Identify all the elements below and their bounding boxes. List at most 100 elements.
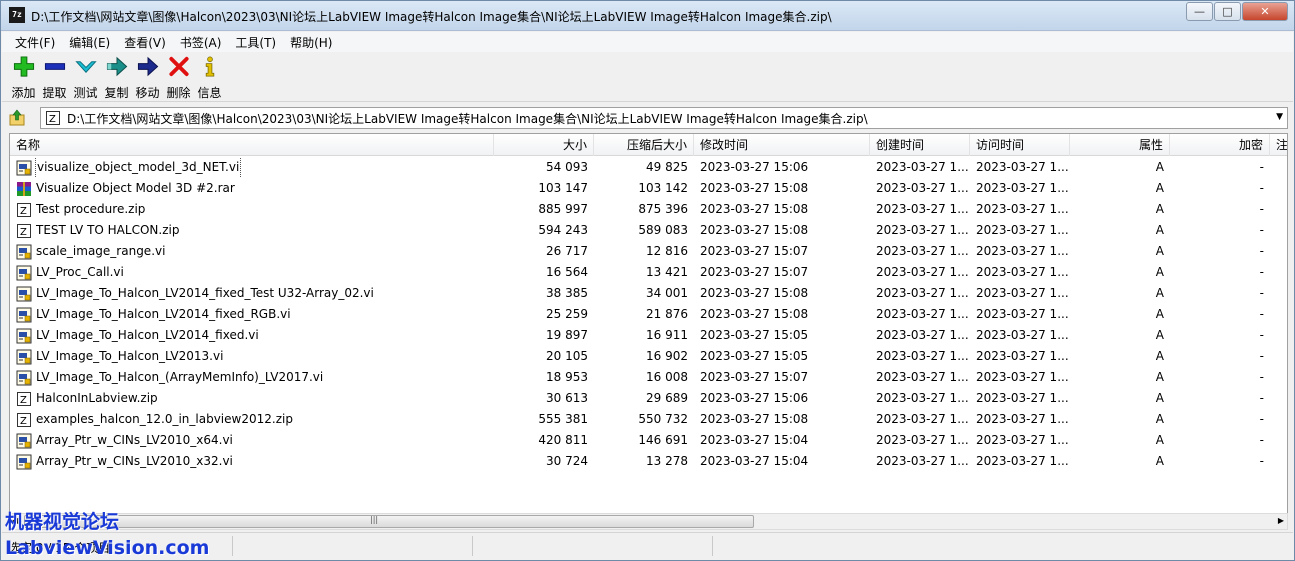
cell-attributes: A — [1155, 307, 1164, 321]
menu-edit[interactable]: 编辑(E) — [62, 34, 117, 51]
horizontal-scrollbar[interactable]: ◀ ||| ▶ — [9, 513, 1288, 530]
cell-size: 594 243 — [538, 223, 588, 237]
svg-text:Z: Z — [20, 416, 27, 427]
svg-text:Z: Z — [20, 395, 27, 406]
cell-attributes: A — [1155, 454, 1164, 468]
status-divider — [712, 536, 713, 556]
column-created[interactable]: 创建时间 — [870, 134, 970, 156]
cell-size: 20 105 — [546, 349, 588, 363]
column-size[interactable]: 大小 — [494, 134, 594, 156]
cell-modified: 2023-03-27 15:08 — [700, 307, 809, 321]
cell-name[interactable]: Visualize Object Model 3D #2.rar — [12, 178, 492, 199]
column-name[interactable]: 名称 — [10, 134, 494, 156]
file-name: LV_Image_To_Halcon_LV2014_fixed_RGB.vi — [36, 307, 291, 321]
menu-file[interactable]: 文件(F) — [8, 34, 62, 51]
add-button[interactable]: 添加 — [8, 55, 39, 101]
copy-button[interactable]: 复制 — [101, 55, 132, 101]
cell-name[interactable]: Array_Ptr_w_CINs_LV2010_x64.vi — [12, 430, 492, 451]
delete-button[interactable]: 删除 — [163, 55, 194, 101]
column-attributes[interactable]: 属性 — [1070, 134, 1170, 156]
cell-packed-size: 49 825 — [646, 160, 688, 174]
table-row[interactable]: LV_Image_To_Halcon_LV2014_fixed_RGB.vi 25… — [10, 304, 1287, 325]
cell-created: 2023-03-27 1... — [876, 370, 969, 384]
minimize-button[interactable]: — — [1186, 2, 1213, 21]
scrollbar-thumb[interactable] — [24, 515, 754, 528]
table-row[interactable]: Z TEST LV TO HALCON.zip 594 243 589 083 2023… — [10, 220, 1287, 241]
menu-help[interactable]: 帮助(H) — [283, 34, 339, 51]
file-list[interactable]: 名称 大小 压缩后大小 修改时间 创建时间 访问时间 属性 加密 注 visua… — [9, 133, 1288, 529]
test-button[interactable]: 测试 — [70, 55, 101, 101]
cell-created: 2023-03-27 1... — [876, 244, 969, 258]
cell-created: 2023-03-27 1... — [876, 160, 969, 174]
cell-name[interactable]: LV_Image_To_Halcon_LV2014_fixed.vi — [12, 325, 492, 346]
cell-modified: 2023-03-27 15:06 — [700, 160, 809, 174]
table-row[interactable]: visualize_object_model_3d_NET.vi 54 093 49… — [10, 157, 1287, 178]
cell-name[interactable]: LV_Image_To_Halcon_LV2013.vi — [12, 346, 492, 367]
cell-created: 2023-03-27 1... — [876, 328, 969, 342]
cell-packed-size: 146 691 — [638, 433, 688, 447]
column-comment[interactable]: 注 — [1270, 134, 1287, 156]
cell-accessed: 2023-03-27 1... — [976, 328, 1069, 342]
cell-attributes: A — [1155, 349, 1164, 363]
cell-encrypted: - — [1259, 328, 1264, 342]
table-row[interactable]: Array_Ptr_w_CINs_LV2010_x64.vi 420 811 146… — [10, 430, 1287, 451]
cell-accessed: 2023-03-27 1... — [976, 370, 1069, 384]
address-input[interactable]: Z D:\工作文档\网站文章\图像\Halcon\2023\03\NI论坛上La… — [40, 107, 1288, 129]
column-encrypted[interactable]: 加密 — [1170, 134, 1270, 156]
table-row[interactable]: scale_image_range.vi 26 717 12 816 2023-03-… — [10, 241, 1287, 262]
cell-accessed: 2023-03-27 1... — [976, 391, 1069, 405]
window-controls: — □ ✕ — [1185, 2, 1288, 21]
menu-view[interactable]: 查看(V) — [117, 34, 173, 51]
cell-name[interactable]: Array_Ptr_w_CINs_LV2010_x32.vi — [12, 451, 492, 472]
cell-name[interactable]: scale_image_range.vi — [12, 241, 492, 262]
table-row[interactable]: Array_Ptr_w_CINs_LV2010_x32.vi 30 724 13 2… — [10, 451, 1287, 472]
close-button[interactable]: ✕ — [1242, 2, 1288, 21]
table-row[interactable]: LV_Image_To_Halcon_LV2014_fixed_Test U32… — [10, 283, 1287, 304]
menu-tools[interactable]: 工具(T) — [228, 34, 283, 51]
table-row[interactable]: Z Test procedure.zip 885 997 875 396 2023-03… — [10, 199, 1287, 220]
cell-name[interactable]: LV_Image_To_Halcon_LV2014_fixed_Test U32… — [12, 283, 492, 304]
cell-name[interactable]: Z TEST LV TO HALCON.zip — [12, 220, 492, 241]
delete-label: 删除 — [166, 86, 191, 100]
cell-size: 19 897 — [546, 328, 588, 342]
cell-name[interactable]: visualize_object_model_3d_NET.vi — [12, 157, 492, 178]
table-row[interactable]: Zexamples_halcon_12.0_in_labview2012.zip… — [10, 409, 1287, 430]
cell-packed-size: 13 278 — [646, 454, 688, 468]
table-row[interactable]: LV_Image_To_Halcon_LV2013.vi 20 105 16 902… — [10, 346, 1287, 367]
info-label: 信息 — [197, 86, 222, 100]
table-row[interactable]: Z HalconInLabview.zip 30 613 29 689 2023-03-… — [10, 388, 1287, 409]
cell-size: 25 259 — [546, 307, 588, 321]
cell-name[interactable]: LV_Image_To_Halcon_LV2014_fixed_RGB.vi — [12, 304, 492, 325]
labview-vi-icon — [16, 349, 32, 364]
menu-bookmarks[interactable]: 书签(A) — [173, 34, 229, 51]
info-button[interactable]: 信息 — [194, 55, 225, 101]
table-row[interactable]: LV_Image_To_Halcon_(ArrayMemInfo)_LV2017… — [10, 367, 1287, 388]
extract-button[interactable]: 提取 — [39, 55, 70, 101]
table-row[interactable]: Visualize Object Model 3D #2.rar 103 147 1… — [10, 178, 1287, 199]
scroll-right-icon[interactable]: ▶ — [1278, 516, 1284, 525]
cell-name[interactable]: LV_Image_To_Halcon_(ArrayMemInfo)_LV2017… — [12, 367, 492, 388]
close-icon: ✕ — [1260, 5, 1270, 18]
column-packed-size[interactable]: 压缩后大小 — [594, 134, 694, 156]
up-folder-button[interactable] — [2, 106, 32, 130]
cell-name[interactable]: Z Test procedure.zip — [12, 199, 492, 220]
table-row[interactable]: LV_Proc_Call.vi 16 564 13 421 2023-03-27 15… — [10, 262, 1287, 283]
cell-accessed: 2023-03-27 1... — [976, 202, 1069, 216]
cell-modified: 2023-03-27 15:05 — [700, 328, 809, 342]
address-dropdown-icon[interactable]: ▼ — [1276, 112, 1283, 122]
column-accessed[interactable]: 访问时间 — [970, 134, 1070, 156]
cell-name[interactable]: LV_Proc_Call.vi — [12, 262, 492, 283]
maximize-button[interactable]: □ — [1214, 2, 1241, 21]
cell-accessed: 2023-03-27 1... — [976, 265, 1069, 279]
column-modified[interactable]: 修改时间 — [694, 134, 870, 156]
labview-vi-icon — [16, 244, 32, 259]
cell-created: 2023-03-27 1... — [876, 265, 969, 279]
move-button[interactable]: 移动 — [132, 55, 163, 101]
cell-size: 26 717 — [546, 244, 588, 258]
file-name: examples_halcon_12.0_in_labview2012.zip — [36, 412, 293, 426]
cell-name[interactable]: Zexamples_halcon_12.0_in_labview2012.zip — [12, 409, 492, 430]
table-row[interactable]: LV_Image_To_Halcon_LV2014_fixed.vi 19 897… — [10, 325, 1287, 346]
watermark-forum-name: 机器视觉论坛 — [5, 511, 120, 533]
cell-name[interactable]: Z HalconInLabview.zip — [12, 388, 492, 409]
copy-icon — [106, 56, 127, 77]
